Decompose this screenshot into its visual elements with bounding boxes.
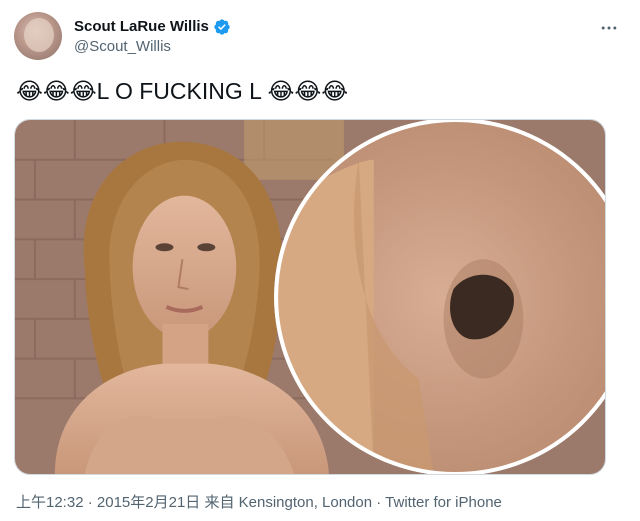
tweet-header: Scout LaRue Willis @Scout_Willis [14,10,626,62]
more-options-icon[interactable] [592,11,626,45]
author-info: Scout LaRue Willis @Scout_Willis [74,18,231,55]
tweet-location[interactable]: Kensington, London [239,494,372,511]
photo-collage [15,120,605,474]
author-display-name[interactable]: Scout LaRue Willis [74,18,209,35]
tweet-timestamp[interactable]: 上午12:32 [16,494,84,511]
tweet-metadata: 上午12:32 · 2015年2月21日 来自 Kensington, Lond… [16,491,502,512]
author-handle[interactable]: @Scout_Willis [74,38,231,55]
tweet-text: 😂😂😂L O FUCKING L 😂😂😂 [16,78,349,104]
name-row: Scout LaRue Willis [74,18,231,36]
meta-separator: · [83,494,97,511]
tweet-photo[interactable] [14,119,606,475]
verified-badge-icon [213,18,231,36]
avatar[interactable] [14,12,62,60]
tweet-card: Scout LaRue Willis @Scout_Willis 😂😂😂L O … [0,0,640,521]
tweet-client[interactable]: Twitter for iPhone [385,494,502,511]
meta-separator: · [372,494,386,511]
tweet-date[interactable]: 2015年2月21日 [97,494,200,511]
location-prefix: 来自 [200,494,239,511]
